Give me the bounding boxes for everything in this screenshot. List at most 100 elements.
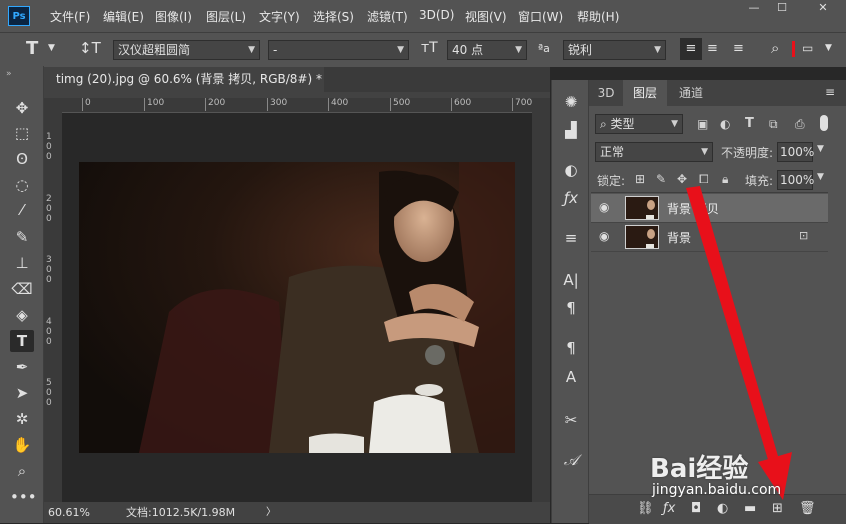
document-tab[interactable]: timg (20).jpg @ 60.6% (背景 拷贝, RGB/8#) * …	[44, 67, 324, 111]
lock-pixels-icon[interactable]: ✎	[656, 172, 666, 186]
lock-all-icon[interactable]: 🔒︎	[722, 172, 728, 187]
shape-tool-icon[interactable]: ✲	[10, 408, 34, 430]
filter-adjustment-icon[interactable]: ◐	[720, 117, 730, 131]
new-layer-icon[interactable]: ⊞	[772, 501, 783, 516]
text-color-swatch[interactable]	[792, 41, 795, 57]
menu-file[interactable]: 文件(F)	[50, 8, 90, 25]
menu-view[interactable]: 视图(V)	[465, 8, 507, 25]
chevron-down-icon[interactable]: ▼	[817, 172, 824, 182]
ruler-tick: 0	[82, 98, 91, 111]
layer-name[interactable]: 背景	[667, 229, 691, 246]
minimize-icon[interactable]: —	[740, 0, 768, 16]
ruler-tick: 0	[46, 327, 52, 337]
font-style-select[interactable]: - ▼	[268, 40, 409, 60]
chevron-right-icon[interactable]: 〉	[266, 502, 276, 523]
menu-image[interactable]: 图像(I)	[155, 8, 192, 25]
eye-icon[interactable]: ◉	[599, 200, 609, 214]
link-layers-icon[interactable]: ⛓	[637, 501, 654, 516]
add-mask-icon[interactable]: ◘	[691, 501, 701, 516]
filter-smart-object-icon[interactable]: ⎙	[795, 117, 805, 132]
layer-filter-select[interactable]: ⌕ 类型 ▼	[595, 114, 683, 134]
toggle-orientation-icon[interactable]: ↕T	[79, 39, 101, 57]
layer-row-background[interactable]: ◉ 背景 ⊡	[591, 223, 828, 252]
layer-name[interactable]: 背景 拷贝	[667, 200, 719, 217]
filter-pixel-icon[interactable]: ▣	[697, 117, 708, 131]
more-tools-icon[interactable]: •••	[10, 486, 37, 508]
lock-transparent-icon[interactable]: ⊞	[635, 172, 645, 186]
zoom-level[interactable]: 60.61%	[48, 502, 90, 523]
opacity-input[interactable]: 100%	[777, 142, 814, 162]
workspace-icon[interactable]: ▭	[802, 41, 813, 55]
ruler-origin[interactable]	[44, 98, 62, 112]
tab-3d[interactable]: 3D	[591, 80, 621, 106]
menu-edit[interactable]: 编辑(E)	[103, 8, 144, 25]
font-style-value: -	[273, 43, 278, 57]
tools-options-icon[interactable]: ✂	[561, 410, 581, 430]
lasso-tool-icon[interactable]: ʘ	[10, 148, 34, 170]
search-icon[interactable]: ⌕	[771, 39, 779, 57]
close-icon[interactable]: ✕	[806, 0, 840, 16]
path-select-tool-icon[interactable]: ➤	[10, 382, 34, 404]
font-family-select[interactable]: 汉仪超粗圆简 ▼	[113, 40, 260, 60]
clone-source-icon[interactable]: ≡	[561, 228, 581, 248]
panel-menu-icon[interactable]: ≡	[825, 85, 835, 99]
chevron-down-icon: ▼	[654, 45, 661, 55]
font-size-select[interactable]: 40 点 ▼	[447, 40, 527, 60]
tool-preset-arrow-icon[interactable]: ▼	[48, 43, 55, 53]
tab-channels[interactable]: 通道	[669, 80, 713, 106]
chevron-down-icon[interactable]: ▼	[825, 43, 832, 53]
type-tool-icon[interactable]: T	[26, 38, 38, 59]
fill-input[interactable]: 100%	[777, 170, 814, 190]
character-style-icon[interactable]: A	[561, 367, 581, 387]
align-left-icon[interactable]: ≡	[680, 38, 702, 60]
paragraph-style-icon[interactable]: ¶	[561, 338, 581, 358]
paint-bucket-tool-icon[interactable]: ◈	[10, 304, 34, 326]
glyphs-icon[interactable]: 𝒜	[561, 450, 581, 470]
histogram-icon[interactable]: ▟	[561, 120, 581, 140]
lock-position-icon[interactable]: ✥	[677, 172, 687, 186]
eraser-tool-icon[interactable]: ⌫	[10, 278, 34, 300]
align-center-icon[interactable]: ≡	[707, 38, 718, 60]
blend-mode-select[interactable]: 正常 ▼	[595, 142, 713, 162]
quick-select-tool-icon[interactable]: ◌	[10, 174, 34, 196]
lock-artboard-icon[interactable]: ⧠	[699, 172, 709, 187]
document-image[interactable]	[79, 162, 515, 453]
menu-select[interactable]: 选择(S)	[313, 8, 354, 25]
character-icon[interactable]: A|	[561, 270, 581, 290]
menu-help[interactable]: 帮助(H)	[577, 8, 619, 25]
brush-tool-icon[interactable]: ✎	[10, 226, 34, 248]
maximize-icon[interactable]: ☐	[768, 0, 796, 16]
menu-window[interactable]: 窗口(W)	[518, 8, 563, 25]
marquee-tool-icon[interactable]: ⬚	[10, 122, 34, 144]
adjustment-layer-icon[interactable]: ◐	[717, 501, 728, 516]
fx-icon[interactable]: ƒx	[663, 501, 675, 516]
antialias-icon: ªa	[538, 42, 550, 55]
group-folder-icon[interactable]: ▬	[744, 501, 756, 516]
menu-filter[interactable]: 滤镜(T)	[367, 8, 408, 25]
type-tool-icon[interactable]: T	[10, 330, 34, 352]
filter-type-icon[interactable]: T	[745, 116, 754, 131]
adjustments-icon[interactable]: ◐	[561, 160, 581, 180]
move-tool-icon[interactable]: ✥	[10, 97, 34, 119]
trash-icon[interactable]: 🗑︎	[799, 501, 816, 516]
paragraph-icon[interactable]: ¶	[561, 298, 581, 318]
menu-3d[interactable]: 3D(D)	[419, 8, 454, 22]
navigator-icon[interactable]: ✺	[561, 92, 581, 112]
fx-styles-icon[interactable]: ƒx	[561, 188, 581, 208]
chevron-down-icon[interactable]: ▼	[817, 144, 824, 154]
menu-layer[interactable]: 图层(L)	[206, 8, 246, 25]
filter-toggle-icon[interactable]	[820, 115, 828, 131]
tab-layers[interactable]: 图层	[623, 80, 667, 106]
eyedropper-tool-icon[interactable]: ⁄	[10, 199, 34, 221]
antialias-select[interactable]: 锐利 ▼	[563, 40, 666, 60]
zoom-tool-icon[interactable]: ⌕	[10, 460, 34, 482]
stamp-tool-icon[interactable]: ⊥	[10, 252, 34, 274]
filter-shape-icon[interactable]: ⧉	[769, 117, 778, 132]
collapse-arrows-icon[interactable]: »	[6, 69, 12, 79]
menu-type[interactable]: 文字(Y)	[259, 8, 300, 25]
pen-tool-icon[interactable]: ✒	[10, 356, 34, 378]
align-right-icon[interactable]: ≡	[733, 38, 744, 60]
eye-icon[interactable]: ◉	[599, 229, 609, 243]
hand-tool-icon[interactable]: ✋	[10, 434, 34, 456]
layer-row-background-copy[interactable]: ◉ 背景 拷贝	[591, 194, 828, 223]
